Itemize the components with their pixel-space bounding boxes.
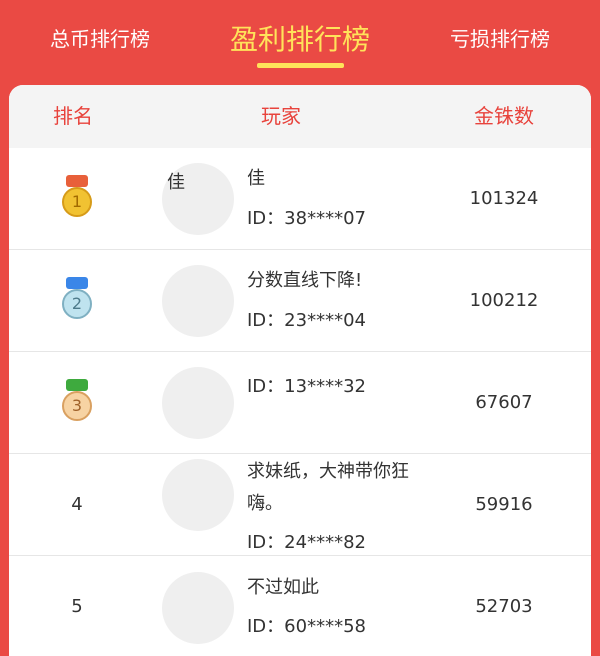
avatar — [162, 367, 234, 439]
avatar-fallback-text: 佳 — [167, 172, 185, 193]
player-id: ID：23****04 — [247, 310, 366, 331]
table-row[interactable]: 5 不过如此 ID：60****58 52703 — [9, 556, 591, 656]
tab-loss[interactable]: 亏损排行榜 — [430, 0, 570, 75]
player-name: 求妹纸，大神带你狂 嗨。 — [247, 456, 409, 520]
header-player: 玩家 — [261, 104, 301, 128]
medal-bronze-icon: 3 — [61, 378, 93, 427]
medal-silver-icon: 2 — [61, 276, 93, 325]
table-row[interactable]: 4 求妹纸，大神带你狂 嗨。 ID：24****82 59916 — [9, 454, 591, 556]
header-rank: 排名 — [53, 104, 93, 128]
coin-count: 52703 — [475, 596, 533, 617]
avatar — [162, 265, 234, 337]
rank-cell: 4 — [71, 494, 83, 515]
rank-cell: 2 — [47, 250, 107, 351]
leaderboard-card: 排名 玩家 金铢数 1 佳 佳 ID：38****07 101324 2 分数直… — [9, 85, 591, 656]
player-name: 分数直线下降! — [247, 270, 363, 291]
table-header: 排名 玩家 金铢数 — [9, 85, 591, 148]
coin-count: 100212 — [469, 290, 539, 311]
player-name: 不过如此 — [247, 577, 319, 598]
coin-count: 59916 — [475, 494, 533, 515]
player-id: ID：13****32 — [247, 376, 366, 397]
player-id: ID：24****82 — [247, 532, 366, 553]
rank-cell: 1 — [47, 148, 107, 249]
table-row[interactable]: 2 分数直线下降! ID：23****04 100212 — [9, 250, 591, 352]
leaderboard-tabs: 总币排行榜 盈利排行榜 亏损排行榜 — [0, 0, 600, 85]
coin-count: 101324 — [469, 188, 539, 209]
coin-count: 67607 — [475, 392, 533, 413]
player-id: ID：60****58 — [247, 616, 366, 637]
rank-cell: 5 — [71, 596, 83, 617]
active-tab-indicator — [257, 63, 344, 68]
rank-cell: 3 — [47, 352, 107, 453]
tab-total-coins[interactable]: 总币排行榜 — [30, 0, 170, 75]
table-row[interactable]: 3 ID：13****32 67607 — [9, 352, 591, 454]
player-name-line: 嗨。 — [247, 493, 283, 514]
player-name: 佳 — [247, 168, 265, 189]
player-id: ID：38****07 — [247, 208, 366, 229]
avatar — [162, 459, 234, 531]
avatar — [162, 572, 234, 644]
table-row[interactable]: 1 佳 佳 ID：38****07 101324 — [9, 148, 591, 250]
medal-gold-icon: 1 — [61, 174, 93, 223]
header-coins: 金铢数 — [474, 104, 534, 128]
player-name-line: 求妹纸，大神带你狂 — [247, 461, 409, 482]
